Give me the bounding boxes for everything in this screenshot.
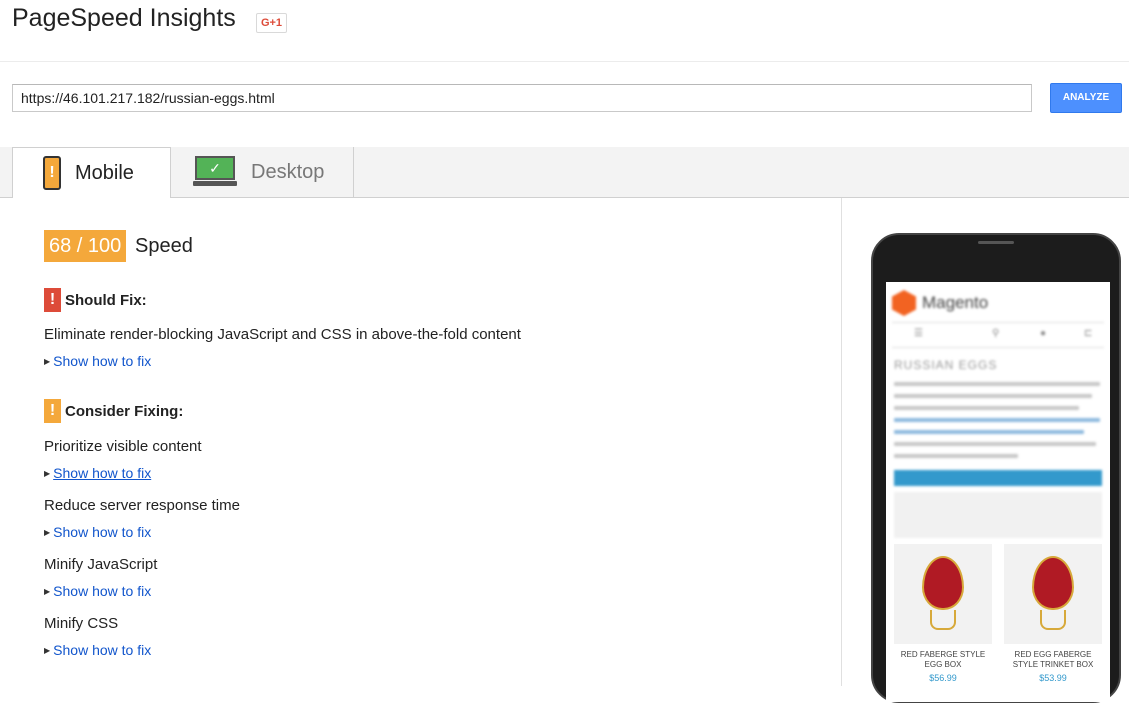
speed-score-label: Speed (135, 235, 193, 257)
product-name: RED EGG FABERGE STYLE TRINKET BOX (1012, 650, 1094, 669)
show-how-to-fix-link[interactable]: ▶ Show how to fix (44, 583, 151, 599)
analyze-button[interactable]: ANALYZE (1050, 83, 1122, 113)
show-how-to-fix-link[interactable]: ▶ Show how to fix (44, 353, 151, 369)
preview-brand: Magento (922, 293, 989, 312)
url-input[interactable] (12, 84, 1032, 112)
app-title: PageSpeed Insights (12, 4, 236, 32)
exclamation-icon: ! (44, 399, 61, 423)
rule-name: Minify CSS (44, 615, 119, 632)
product-image (1004, 544, 1102, 644)
google-plus-button[interactable]: G+1 (256, 13, 287, 33)
tab-desktop-label: Desktop (251, 160, 325, 183)
should-fix-title: Should Fix: (65, 291, 147, 309)
preview-product: RED EGG FABERGE STYLE TRINKET BOX $53.99 (1004, 544, 1102, 683)
show-how-to-fix-link[interactable]: ▶ Show how to fix (44, 524, 151, 540)
product-image (894, 544, 992, 644)
triangle-right-icon: ▶ (44, 645, 51, 655)
show-how-to-fix-link[interactable]: ▶ Show how to fix (44, 465, 151, 481)
triangle-right-icon: ▶ (44, 586, 51, 596)
mobile-preview-phone: Magento ☰ ⚲ ● ⊏ RUSSIAN EGGS RED FABERGE… (871, 233, 1121, 703)
triangle-right-icon: ▶ (44, 356, 51, 366)
preview-toolbar (894, 492, 1102, 538)
tab-bar: ! Mobile ✓ Desktop (0, 147, 1129, 198)
tab-desktop[interactable]: ✓ Desktop (171, 147, 354, 197)
triangle-right-icon: ▶ (44, 527, 51, 537)
consider-fixing-header: ! Consider Fixing: (44, 399, 183, 423)
preview-product: RED FABERGE STYLE EGG BOX $56.99 (894, 544, 992, 683)
rule-name: Eliminate render-blocking JavaScript and… (44, 326, 521, 343)
triangle-right-icon: ▶ (44, 468, 51, 478)
speed-score-badge: 68 / 100 (44, 230, 127, 262)
product-price: $53.99 (1039, 673, 1067, 683)
tab-mobile[interactable]: ! Mobile (12, 147, 171, 198)
show-how-to-fix-link[interactable]: ▶ Show how to fix (44, 642, 151, 658)
consider-fixing-title: Consider Fixing: (65, 402, 184, 420)
preview-paragraph (894, 382, 1100, 466)
tab-mobile-label: Mobile (75, 161, 134, 184)
rule-name: Minify JavaScript (44, 556, 158, 573)
rule-name: Reduce server response time (44, 497, 240, 514)
preview-nav: ☰ ⚲ ● ⊏ (892, 322, 1104, 348)
preview-filter-bar (894, 470, 1102, 486)
mobile-phone-icon: ! (43, 156, 61, 190)
preview-heading: RUSSIAN EGGS (894, 358, 998, 372)
desktop-monitor-icon: ✓ (193, 156, 237, 188)
mobile-preview-screen: Magento ☰ ⚲ ● ⊏ RUSSIAN EGGS RED FABERGE… (886, 282, 1110, 702)
product-name: RED FABERGE STYLE EGG BOX (900, 650, 986, 669)
exclamation-icon: ! (44, 288, 61, 312)
phone-speaker (978, 241, 1014, 244)
header-divider (0, 61, 1129, 62)
content-divider (841, 198, 842, 686)
magento-logo-icon (892, 290, 916, 316)
product-price: $56.99 (929, 673, 957, 683)
rule-name: Prioritize visible content (44, 438, 202, 455)
should-fix-header: ! Should Fix: (44, 288, 147, 312)
